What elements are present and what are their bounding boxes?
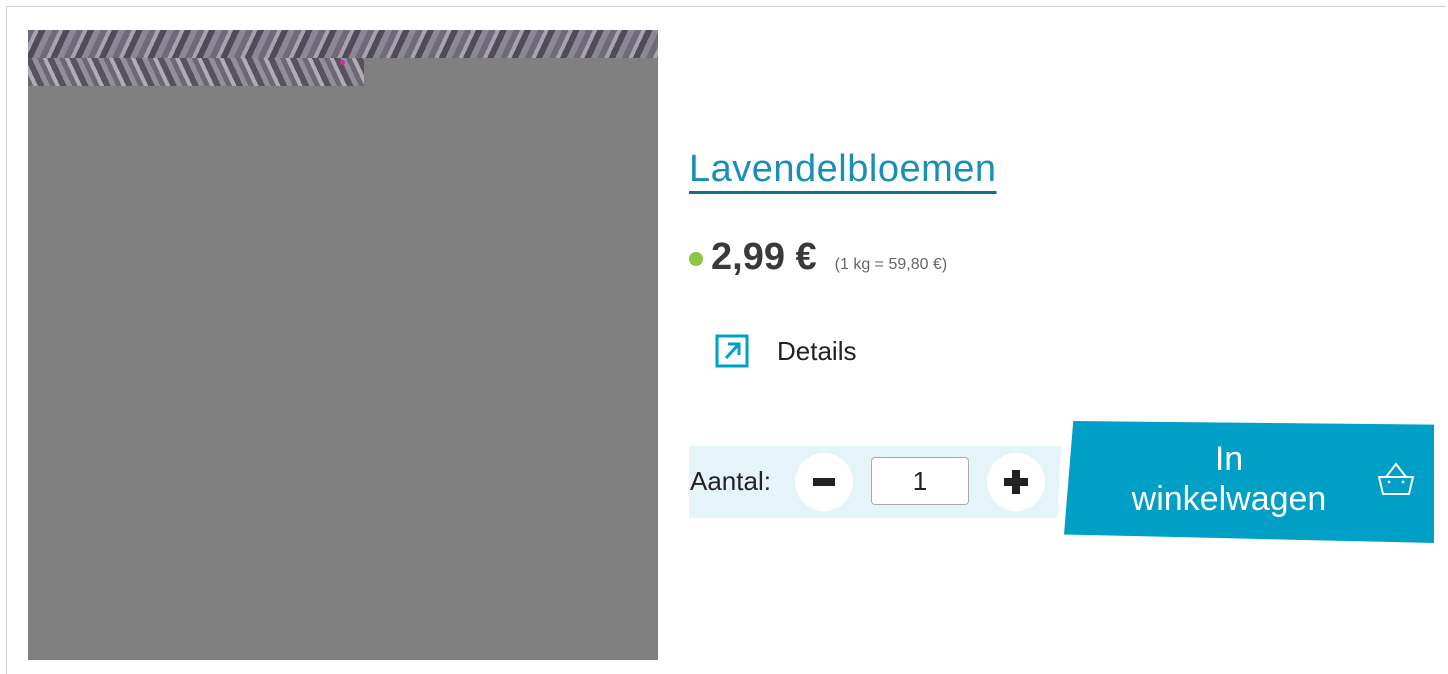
plus-icon bbox=[1004, 470, 1028, 494]
basket-icon bbox=[1378, 462, 1414, 495]
external-arrow-icon bbox=[715, 334, 749, 368]
add-to-cart-label-line1: In bbox=[1214, 440, 1244, 478]
quantity-input[interactable] bbox=[871, 457, 969, 505]
quantity-increase-button[interactable] bbox=[987, 453, 1045, 511]
details-link[interactable]: Details bbox=[715, 334, 856, 368]
add-to-cart-label-line2: winkelwagen bbox=[1131, 480, 1327, 518]
product-title-link[interactable]: Lavendelbloemen bbox=[689, 148, 997, 191]
price-row: 2,99 € (1 kg = 59,80 €) bbox=[689, 236, 947, 280]
add-to-cart-button[interactable]: In winkelwagen bbox=[1064, 421, 1434, 543]
product-price: 2,99 € bbox=[711, 236, 817, 278]
minus-icon bbox=[813, 478, 835, 486]
quantity-label: Aantal: bbox=[690, 466, 771, 496]
details-label: Details bbox=[777, 335, 857, 366]
quantity-decrease-button[interactable] bbox=[795, 453, 853, 511]
stock-status-icon bbox=[689, 252, 703, 266]
unit-price: (1 kg = 59,80 €) bbox=[834, 256, 948, 273]
photo-detail bbox=[340, 60, 345, 65]
lavender-photo-strip-partial bbox=[28, 58, 364, 86]
product-image[interactable] bbox=[28, 30, 658, 660]
lavender-photo-strip bbox=[28, 30, 658, 58]
add-to-cart-label: In winkelwagen bbox=[1084, 439, 1374, 519]
